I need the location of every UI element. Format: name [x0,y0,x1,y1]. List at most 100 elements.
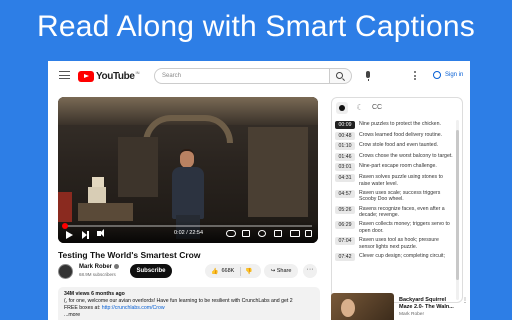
hamburger-menu-icon[interactable] [59,71,70,79]
like-divider [240,266,242,276]
region-code: IN [135,70,140,75]
caption-list: 00:09 Nine puzzles to protect the chicken… [335,121,453,263]
caption-scrollbar[interactable] [456,120,459,300]
description-line: (, for one, welcome our avian overlords!… [64,298,293,304]
microphone-icon[interactable] [366,71,370,81]
recommended-video-thumbnail[interactable] [331,293,394,320]
volume-icon[interactable] [97,229,104,237]
search-input[interactable]: Search [154,68,330,84]
video-player[interactable]: 0:02 / 22:54 [58,97,318,243]
caption-text: Raven solves puzzle using stones to rais… [359,173,443,187]
scene-desk [78,203,133,221]
recommended-video-channel: Mark Rober [399,312,425,317]
share-button[interactable]: ↪ Share [264,264,298,278]
sign-in-button[interactable]: Sign in [433,71,463,79]
caption-row[interactable]: 07:04 Raven uses tool as hook; pressure s… [335,237,453,250]
caption-timestamp[interactable]: 01:10 [335,142,355,151]
view-stats: 34M views 6 months ago [64,291,125,297]
caption-row[interactable]: 01:10 Crow stole food and even taunted. [335,142,453,151]
caption-text: Clever cup design; completing circuit; [359,252,445,259]
subscriber-count: 68.9M subscribers [79,272,116,277]
progress-bar[interactable] [61,223,312,229]
caption-scrollbar-thumb[interactable] [456,130,459,280]
scene-shelf [248,127,308,217]
description-prefix: FREE boxes at: [64,305,102,311]
thumbs-down-icon[interactable]: 👎 [245,268,252,275]
search-icon [336,72,343,79]
channel-name[interactable]: Mark Rober [79,264,120,271]
caption-row[interactable]: 05:26 Ravens recognize faces, even after … [335,205,453,219]
caption-text: Ravens recognize faces, even after a dec… [359,205,445,219]
show-more-link[interactable]: ...more [64,312,314,319]
channel-name-text: Mark Rober [79,264,113,271]
youtube-play-icon [78,70,94,82]
caption-row[interactable]: 00:48 Crows learned food delivery routine… [335,131,453,140]
caption-timestamp[interactable]: 00:09 [335,121,355,129]
caption-timestamp[interactable]: 04:31 [335,173,355,182]
recommended-video-title[interactable]: Backyard Squirrel Maze 2.0- The Waln... [399,297,459,311]
account-icon [433,71,441,79]
recommended-more-icon[interactable]: ⋮ [462,297,468,304]
miniplayer-icon[interactable] [274,230,282,237]
video-title: Testing The World's Smartest Crow [58,250,201,260]
caption-timestamp[interactable]: 00:48 [335,131,355,140]
subtitles-icon[interactable] [242,230,250,237]
caption-timestamp[interactable]: 01:46 [335,152,355,161]
caption-row[interactable]: 04:57 Raven uses scale; success triggers … [335,189,453,203]
thumbs-up-icon[interactable]: 👍 [211,268,218,275]
caption-timestamp[interactable]: 06:29 [335,221,355,230]
smart-captions-panel: ☾ CC 00:09 Nine puzzles to protect the ch… [331,97,463,303]
caption-timestamp[interactable]: 07:04 [335,237,355,246]
caption-row[interactable]: 01:46 Crows chose the worst balcony to ta… [335,152,453,161]
description-box[interactable]: 34M views 6 months ago (, for one, welco… [58,287,320,320]
scene-box [88,187,106,203]
caption-timestamp[interactable]: 05:26 [335,205,355,214]
caption-text: Nine puzzles to protect the chicken. [359,121,441,127]
time-display: 0:02 / 22:54 [174,230,204,236]
progress-scrubber[interactable] [61,223,68,229]
gear-icon[interactable] [258,230,266,237]
cc-button[interactable]: CC [370,102,384,114]
caption-text: Crows chose the worst balcony to target. [359,152,453,159]
youtube-logo[interactable]: YouTube IN [78,70,140,82]
channel-avatar[interactable] [58,264,73,279]
search-button[interactable] [330,68,352,84]
captions-toolbar: ☾ CC [332,98,462,116]
scene-red-light [58,192,72,222]
caption-row[interactable]: 06:29 Raven collects money; triggers serv… [335,221,453,234]
scene-shelf-left [118,137,158,197]
next-icon[interactable] [82,231,89,239]
fullscreen-icon[interactable] [305,230,312,237]
youtube-topbar: YouTube IN Search Sign in [48,61,470,91]
moon-icon[interactable]: ☾ [354,102,366,114]
theater-mode-icon[interactable] [290,230,300,237]
caption-timestamp[interactable]: 04:57 [335,189,355,198]
caption-row[interactable]: 07:42 Clever cup design; completing circu… [335,252,453,261]
like-count[interactable]: 668K [221,268,234,274]
caption-row[interactable]: 04:31 Raven solves puzzle using stones to… [335,173,453,187]
caption-text: Nine-part escape room challenge. [359,163,437,170]
caption-text: Raven uses scale; success triggers Scoob… [359,189,441,203]
record-icon[interactable] [336,102,348,114]
subscribe-button[interactable]: Subscribe [130,264,172,278]
play-icon[interactable] [66,231,73,239]
caption-row[interactable]: 00:09 Nine puzzles to protect the chicken… [335,121,453,129]
crunchlabs-link[interactable]: http://crunchlabs.com/Crow [102,305,165,311]
more-actions-button[interactable]: ··· [303,264,317,278]
verified-icon [114,264,120,269]
caption-row[interactable]: 03:01 Nine-part escape room challenge. [335,163,453,172]
presenter-head [180,151,194,168]
caption-text: Crow stole food and even taunted. [359,142,439,149]
caption-timestamp[interactable]: 07:42 [335,252,355,261]
caption-timestamp[interactable]: 03:01 [335,163,355,172]
like-dislike-group: 👍 668K 👎 [205,264,261,278]
headline: Read Along with Smart Captions [37,10,475,43]
browser-frame: YouTube IN Search Sign in 0:02 / 22:54 T… [48,61,470,320]
presenter-body [172,167,204,219]
caption-text: Raven collects money; triggers servo to … [359,221,450,234]
autoplay-toggle-icon[interactable] [226,230,236,237]
settings-menu-icon[interactable] [414,71,416,81]
scene-box-small [92,177,104,187]
description-line-2: FREE boxes at: http://crunchlabs.com/Cro… [64,305,314,312]
player-controls: 0:02 / 22:54 [58,221,318,243]
